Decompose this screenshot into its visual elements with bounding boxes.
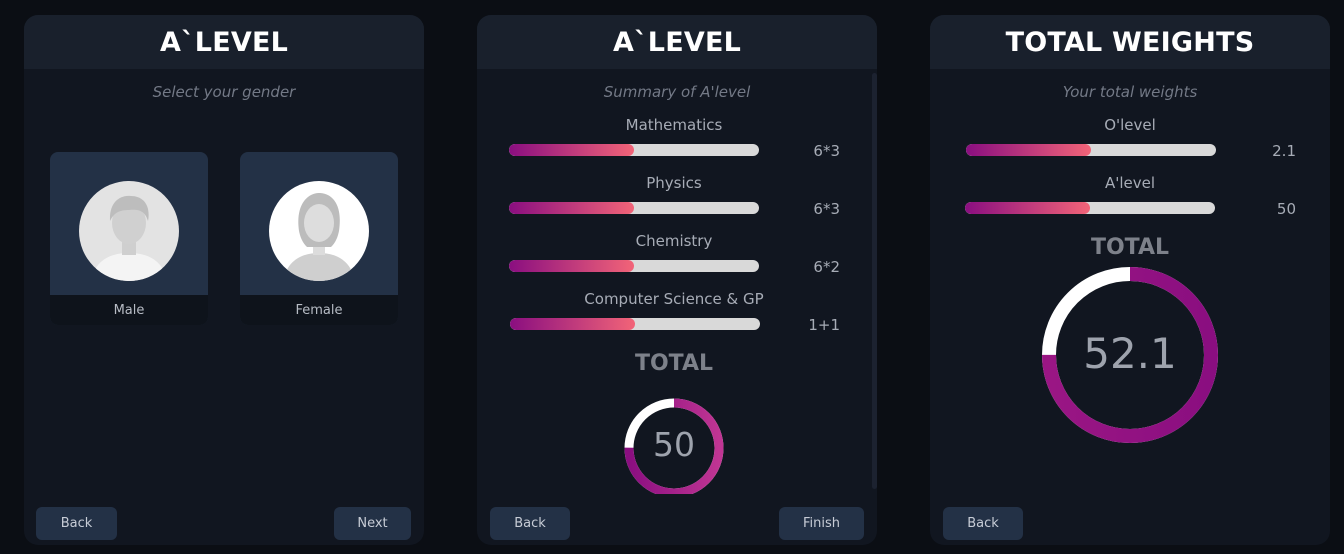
scrollbar[interactable] bbox=[872, 73, 877, 489]
progress-track bbox=[509, 144, 759, 156]
progress-track bbox=[509, 202, 759, 214]
gender-card-label: Male bbox=[50, 295, 208, 325]
female-avatar-icon bbox=[269, 181, 369, 281]
total-donut: 50 bbox=[623, 397, 725, 494]
weight-value: 2.1 bbox=[1272, 142, 1296, 160]
progress-track bbox=[966, 144, 1216, 156]
progress-fill bbox=[509, 144, 634, 156]
progress-fill bbox=[509, 260, 634, 272]
subject-label: Computer Science & GP bbox=[584, 290, 764, 308]
weight-label: O'level bbox=[1104, 116, 1156, 134]
weight-value: 50 bbox=[1276, 200, 1296, 218]
finish-button[interactable]: Finish bbox=[779, 507, 864, 540]
progress-fill bbox=[509, 202, 634, 214]
gender-panel: A`LEVEL Select your gender Male Female B… bbox=[24, 15, 424, 545]
panel-header: A`LEVEL bbox=[24, 15, 424, 69]
progress-fill bbox=[966, 144, 1091, 156]
panel-subtitle: Summary of A'level bbox=[603, 83, 751, 101]
progress-track bbox=[510, 318, 760, 330]
subject-value: 6*2 bbox=[813, 258, 840, 276]
subject-value: 6*3 bbox=[813, 142, 840, 160]
panel-title: A`LEVEL bbox=[613, 26, 741, 58]
gender-card-female[interactable]: Female bbox=[240, 152, 398, 325]
total-value: 50 bbox=[653, 425, 695, 464]
subject-label: Chemistry bbox=[635, 232, 713, 250]
subject-value: 1+1 bbox=[808, 316, 840, 334]
total-value: 52.1 bbox=[1083, 329, 1177, 378]
weight-label: A'level bbox=[1104, 174, 1156, 192]
total-weights-panel: TOTAL WEIGHTS Your total weights O'level… bbox=[930, 15, 1330, 545]
back-button[interactable]: Back bbox=[490, 507, 570, 540]
panel-subtitle: Your total weights bbox=[1062, 83, 1198, 101]
panel-header: TOTAL WEIGHTS bbox=[930, 15, 1330, 69]
progress-track bbox=[509, 260, 759, 272]
gender-card-label: Female bbox=[240, 295, 398, 325]
subject-value: 6*3 bbox=[813, 200, 840, 218]
panel-subtitle: Select your gender bbox=[152, 83, 296, 101]
back-button[interactable]: Back bbox=[36, 507, 117, 540]
total-heading: TOTAL bbox=[1090, 235, 1170, 260]
male-avatar-icon bbox=[79, 181, 179, 281]
total-heading: TOTAL bbox=[634, 351, 714, 376]
total-donut: 52.1 bbox=[1040, 265, 1220, 445]
next-button[interactable]: Next bbox=[334, 507, 411, 540]
back-button[interactable]: Back bbox=[943, 507, 1023, 540]
panel-title: TOTAL WEIGHTS bbox=[1005, 26, 1255, 58]
summary-panel: A`LEVEL Summary of A'level Mathematics 6… bbox=[477, 15, 877, 545]
progress-track bbox=[965, 202, 1215, 214]
progress-fill bbox=[510, 318, 635, 330]
panel-header: A`LEVEL bbox=[477, 15, 877, 69]
subject-label: Mathematics bbox=[625, 116, 723, 134]
gender-card-male[interactable]: Male bbox=[50, 152, 208, 325]
progress-fill bbox=[965, 202, 1090, 214]
subject-label: Physics bbox=[646, 174, 702, 192]
panel-title: A`LEVEL bbox=[160, 26, 288, 58]
